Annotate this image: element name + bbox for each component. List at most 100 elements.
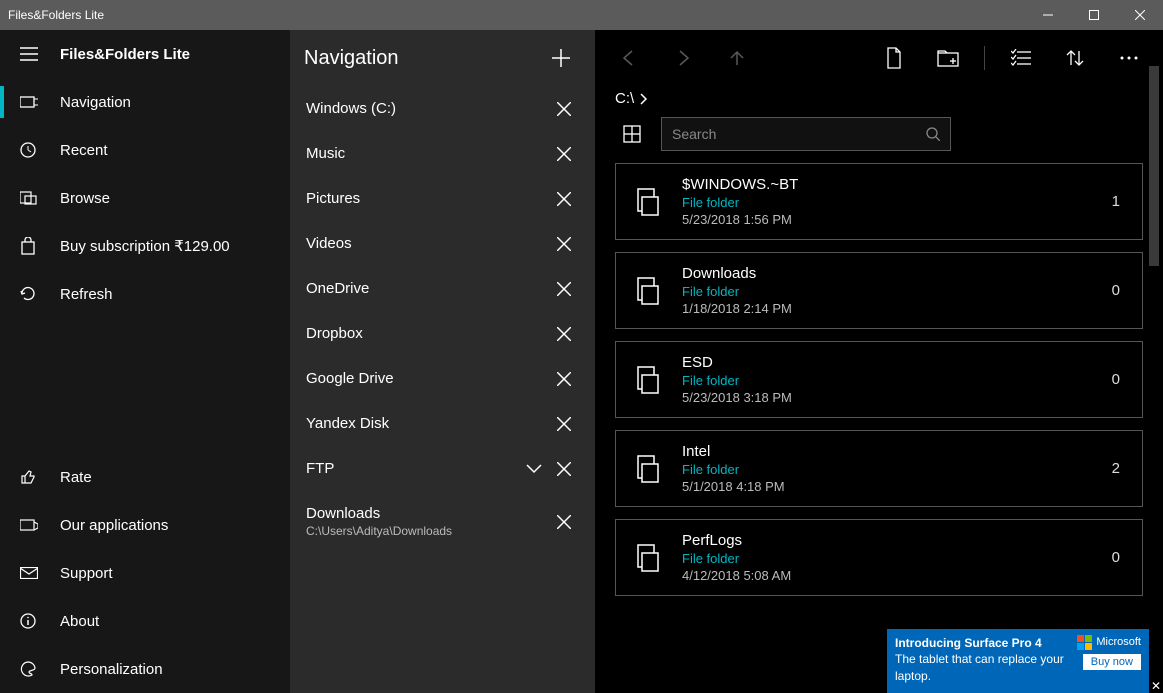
- nav-item[interactable]: Windows (C:): [290, 86, 595, 131]
- file-count: 0: [1112, 282, 1126, 299]
- nav-item-subtitle: C:\Users\Aditya\Downloads: [306, 524, 549, 538]
- file-count: 0: [1112, 549, 1126, 566]
- info-icon: [20, 613, 60, 629]
- remove-icon[interactable]: [549, 237, 579, 251]
- sidebar-item-browse[interactable]: Browse: [0, 174, 290, 222]
- sidebar-item-personalization[interactable]: Personalization: [0, 645, 290, 693]
- nav-item-label: Music: [306, 145, 549, 162]
- minimize-button[interactable]: [1025, 0, 1071, 30]
- file-item[interactable]: ESD File folder 5/23/2018 3:18 PM 0: [615, 341, 1143, 418]
- scrollbar-thumb[interactable]: [1149, 66, 1159, 266]
- nav-item[interactable]: FTP: [290, 446, 595, 491]
- chevron-down-icon[interactable]: [519, 464, 549, 474]
- sidebar-item-label: Refresh: [60, 286, 113, 303]
- sidebar-item-refresh[interactable]: Refresh: [0, 270, 290, 318]
- file-date: 5/1/2018 4:18 PM: [682, 479, 1094, 494]
- new-file-button[interactable]: [870, 34, 918, 82]
- search-input[interactable]: [672, 126, 926, 142]
- remove-icon[interactable]: [549, 417, 579, 431]
- sidebar-item-label: Personalization: [60, 661, 163, 678]
- file-list: $WINDOWS.~BT File folder 5/23/2018 1:56 …: [595, 163, 1163, 596]
- sidebar-item-label: Browse: [60, 190, 110, 207]
- file-type: File folder: [682, 373, 1094, 388]
- nav-item[interactable]: Music: [290, 131, 595, 176]
- nav-item-label: Videos: [306, 235, 549, 252]
- sidebar-item-label: About: [60, 613, 99, 630]
- sidebar-item-rate[interactable]: Rate: [0, 453, 290, 501]
- close-button[interactable]: [1117, 0, 1163, 30]
- search-row: [595, 117, 1163, 163]
- ad-cta-button[interactable]: Buy now: [1083, 654, 1141, 670]
- maximize-button[interactable]: [1071, 0, 1117, 30]
- select-button[interactable]: [997, 34, 1045, 82]
- sidebar-item-support[interactable]: Support: [0, 549, 290, 597]
- back-button[interactable]: [605, 34, 653, 82]
- ad-body: The tablet that can replace your laptop.: [895, 651, 1069, 685]
- nav-item[interactable]: Yandex Disk: [290, 401, 595, 446]
- up-button[interactable]: [713, 34, 761, 82]
- surface-ad[interactable]: Introducing Surface Pro 4 The tablet tha…: [887, 629, 1149, 693]
- file-count: 1: [1112, 193, 1126, 210]
- remove-icon[interactable]: [549, 147, 579, 161]
- sidebar-item-recent[interactable]: Recent: [0, 126, 290, 174]
- ad-close-button[interactable]: ✕: [1149, 679, 1163, 693]
- sidebar-item-buy[interactable]: Buy subscription ₹129.00: [0, 222, 290, 270]
- title-bar: Files&Folders Lite: [0, 0, 1163, 30]
- more-button[interactable]: [1105, 34, 1153, 82]
- nav-item-label: Dropbox: [306, 325, 549, 342]
- nav-item[interactable]: Downloads C:\Users\Aditya\Downloads: [290, 491, 595, 552]
- file-item[interactable]: $WINDOWS.~BT File folder 5/23/2018 1:56 …: [615, 163, 1143, 240]
- palette-icon: [20, 661, 60, 677]
- bag-icon: [20, 237, 60, 255]
- thumb-up-icon: [20, 469, 60, 485]
- remove-icon[interactable]: [549, 192, 579, 206]
- remove-icon[interactable]: [549, 282, 579, 296]
- sidebar-item-about[interactable]: About: [0, 597, 290, 645]
- refresh-icon: [20, 286, 60, 302]
- hamburger-icon[interactable]: [20, 47, 60, 61]
- view-mode-button[interactable]: [615, 117, 649, 151]
- remove-icon[interactable]: [549, 462, 579, 476]
- forward-button[interactable]: [659, 34, 707, 82]
- sidebar-item-our-apps[interactable]: Our applications: [0, 501, 290, 549]
- remove-icon[interactable]: [549, 102, 579, 116]
- file-name: PerfLogs: [682, 532, 1094, 549]
- chevron-right-icon: [640, 93, 648, 105]
- nav-item[interactable]: Dropbox: [290, 311, 595, 356]
- add-location-button[interactable]: [541, 48, 581, 68]
- sidebar-item-label: Recent: [60, 142, 108, 159]
- remove-icon[interactable]: [549, 372, 579, 386]
- file-item[interactable]: Downloads File folder 1/18/2018 2:14 PM …: [615, 252, 1143, 329]
- sidebar-item-label: Our applications: [60, 517, 168, 534]
- microsoft-logo: Microsoft: [1077, 635, 1141, 650]
- nav-item[interactable]: Google Drive: [290, 356, 595, 401]
- sort-button[interactable]: [1051, 34, 1099, 82]
- file-item[interactable]: Intel File folder 5/1/2018 4:18 PM 2: [615, 430, 1143, 507]
- file-name: ESD: [682, 354, 1094, 371]
- sidebar-item-label: Support: [60, 565, 113, 582]
- sidebar-item-navigation[interactable]: Navigation: [0, 78, 290, 126]
- file-count: 2: [1112, 460, 1126, 477]
- folder-icon: [632, 182, 664, 222]
- navigation-panel: Navigation Windows (C:) Music Pictures Vide…: [290, 30, 595, 693]
- scrollbar-track[interactable]: [1147, 30, 1161, 693]
- nav-title: Navigation: [304, 47, 541, 70]
- file-item[interactable]: PerfLogs File folder 4/12/2018 5:08 AM 0: [615, 519, 1143, 596]
- nav-item[interactable]: Pictures: [290, 176, 595, 221]
- file-name: Downloads: [682, 265, 1094, 282]
- main-content: C:\ $WINDOWS.~BT File folder 5/23/2018 1…: [595, 30, 1163, 693]
- nav-item-label: Downloads: [306, 505, 549, 522]
- remove-icon[interactable]: [549, 327, 579, 341]
- nav-item-label: Windows (C:): [306, 100, 549, 117]
- remove-icon[interactable]: [549, 515, 579, 529]
- folder-icon: [632, 449, 664, 489]
- nav-item[interactable]: OneDrive: [290, 266, 595, 311]
- new-folder-button[interactable]: [924, 34, 972, 82]
- mail-icon: [20, 567, 60, 579]
- search-box[interactable]: [661, 117, 951, 151]
- browse-icon: [20, 191, 60, 205]
- sidebar-item-label: Buy subscription ₹129.00: [60, 237, 230, 255]
- breadcrumb[interactable]: C:\: [595, 86, 1163, 117]
- nav-item[interactable]: Videos: [290, 221, 595, 266]
- file-count: 0: [1112, 371, 1126, 388]
